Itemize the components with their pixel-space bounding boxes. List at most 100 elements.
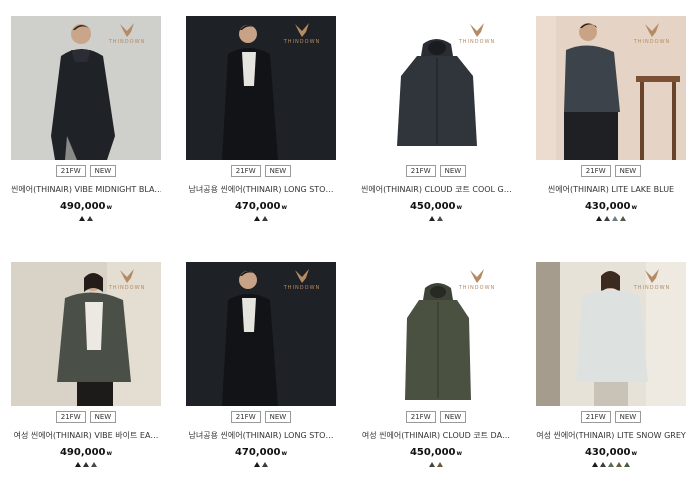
product-grid: THINDOWN 21FW NEW 씬에어(THINAIR) VIBE MIDN…	[0, 0, 700, 483]
product-card[interactable]: THINDOWN 21FW NEW 여성 씬에어(THINAIR) VIBE 바…	[11, 262, 161, 467]
swatch-icon[interactable]	[79, 216, 85, 221]
brand-logo: THINDOWN	[105, 22, 149, 56]
swatch-icon[interactable]	[596, 216, 602, 221]
new-badge: NEW	[439, 165, 467, 177]
product-image[interactable]: THINDOWN	[11, 16, 161, 160]
bird-logo-icon	[470, 269, 484, 283]
badge-group: 21FW NEW	[361, 165, 511, 177]
brand-logo: THINDOWN	[105, 268, 149, 302]
badge-group: 21FW NEW	[361, 411, 511, 423]
swatch-icon[interactable]	[616, 462, 622, 467]
product-image[interactable]: THINDOWN	[536, 16, 686, 160]
swatch-icon[interactable]	[254, 462, 260, 467]
product-card[interactable]: THINDOWN 21FW NEW 여성 씬에어(THINAIR) CLOUD …	[361, 262, 511, 467]
color-swatches	[11, 216, 161, 221]
swatch-icon[interactable]	[75, 462, 81, 467]
product-price: 490,000w	[59, 447, 113, 458]
product-name[interactable]: 여성 씬에어(THINAIR) VIBE 바이트 EA…	[11, 430, 161, 441]
swatch-icon[interactable]	[429, 216, 435, 221]
product-card[interactable]: THINDOWN 21FW NEW 씬에어(THINAIR) LITE LAKE…	[536, 16, 686, 221]
product-name[interactable]: 남녀공용 씬에어(THINAIR) LONG STO…	[186, 184, 336, 195]
product-card[interactable]: THINDOWN 21FW NEW 씬에어(THINAIR) CLOUD 코트 …	[361, 16, 511, 221]
bird-logo-icon	[470, 23, 484, 37]
swatch-icon[interactable]	[83, 462, 89, 467]
new-badge: NEW	[264, 411, 292, 423]
swatch-icon[interactable]	[254, 216, 260, 221]
new-badge: NEW	[439, 411, 467, 423]
brand-logo: THINDOWN	[280, 268, 324, 302]
product-card[interactable]: THINDOWN 21FW NEW 남녀공용 씬에어(THINAIR) LONG…	[186, 262, 336, 467]
brand-logo: THINDOWN	[630, 268, 674, 302]
brand-logo: THINDOWN	[455, 22, 499, 56]
badge-group: 21FW NEW	[186, 411, 336, 423]
season-badge: 21FW	[230, 411, 261, 423]
new-badge: NEW	[264, 165, 292, 177]
color-swatches	[186, 462, 336, 467]
product-price: 450,000w	[409, 201, 463, 212]
new-badge: NEW	[614, 411, 642, 423]
product-price: 470,000w	[234, 447, 288, 458]
product-name[interactable]: 남녀공용 씬에어(THINAIR) LONG STO…	[186, 430, 336, 441]
season-badge: 21FW	[580, 411, 611, 423]
color-swatches	[186, 216, 336, 221]
bird-logo-icon	[295, 23, 309, 37]
color-swatches	[11, 462, 161, 467]
product-card[interactable]: THINDOWN 21FW NEW 여성 씬에어(THINAIR) LITE S…	[536, 262, 686, 467]
product-price: 450,000w	[409, 447, 463, 458]
badge-group: 21FW NEW	[536, 165, 686, 177]
product-image[interactable]: THINDOWN	[361, 262, 511, 406]
swatch-icon[interactable]	[604, 216, 610, 221]
new-badge: NEW	[89, 165, 117, 177]
bird-logo-icon	[120, 23, 134, 37]
product-name[interactable]: 씬에어(THINAIR) CLOUD 코트 COOL G…	[361, 184, 511, 195]
product-image[interactable]: THINDOWN	[11, 262, 161, 406]
swatch-icon[interactable]	[437, 216, 443, 221]
product-price: 430,000w	[584, 447, 638, 458]
new-badge: NEW	[89, 411, 117, 423]
swatch-icon[interactable]	[608, 462, 614, 467]
swatch-icon[interactable]	[437, 462, 443, 467]
color-swatches	[361, 462, 511, 467]
swatch-icon[interactable]	[91, 462, 97, 467]
product-name[interactable]: 씬에어(THINAIR) VIBE MIDNIGHT BLA…	[11, 184, 161, 195]
season-badge: 21FW	[405, 165, 436, 177]
product-card[interactable]: THINDOWN 21FW NEW 남녀공용 씬에어(THINAIR) LONG…	[186, 16, 336, 221]
swatch-icon[interactable]	[620, 216, 626, 221]
product-card[interactable]: THINDOWN 21FW NEW 씬에어(THINAIR) VIBE MIDN…	[11, 16, 161, 221]
brand-logo-text: THINDOWN	[458, 285, 496, 291]
swatch-icon[interactable]	[624, 462, 630, 467]
badge-group: 21FW NEW	[11, 165, 161, 177]
product-name[interactable]: 씬에어(THINAIR) LITE LAKE BLUE	[536, 184, 686, 195]
color-swatches	[361, 216, 511, 221]
brand-logo-text: THINDOWN	[283, 285, 321, 291]
swatch-icon[interactable]	[612, 216, 618, 221]
badge-group: 21FW NEW	[11, 411, 161, 423]
brand-logo-text: THINDOWN	[283, 39, 321, 45]
swatch-icon[interactable]	[592, 462, 598, 467]
product-image[interactable]: THINDOWN	[186, 262, 336, 406]
swatch-icon[interactable]	[600, 462, 606, 467]
swatch-icon[interactable]	[87, 216, 93, 221]
product-price: 470,000w	[234, 201, 288, 212]
season-badge: 21FW	[230, 165, 261, 177]
swatch-icon[interactable]	[429, 462, 435, 467]
brand-logo-text: THINDOWN	[633, 285, 671, 291]
product-image[interactable]: THINDOWN	[536, 262, 686, 406]
bird-logo-icon	[120, 269, 134, 283]
brand-logo: THINDOWN	[630, 22, 674, 56]
brand-logo: THINDOWN	[280, 22, 324, 56]
product-price: 430,000w	[584, 201, 638, 212]
product-name[interactable]: 여성 씬에어(THINAIR) CLOUD 코트 DA…	[361, 430, 511, 441]
badge-group: 21FW NEW	[186, 165, 336, 177]
swatch-icon[interactable]	[262, 216, 268, 221]
brand-logo-text: THINDOWN	[108, 285, 146, 291]
brand-logo-text: THINDOWN	[458, 39, 496, 45]
color-swatches	[536, 216, 686, 221]
season-badge: 21FW	[405, 411, 436, 423]
product-image[interactable]: THINDOWN	[361, 16, 511, 160]
product-name[interactable]: 여성 씬에어(THINAIR) LITE SNOW GREY	[536, 430, 686, 441]
swatch-icon[interactable]	[262, 462, 268, 467]
product-image[interactable]: THINDOWN	[186, 16, 336, 160]
brand-logo: THINDOWN	[455, 268, 499, 302]
season-badge: 21FW	[55, 411, 86, 423]
